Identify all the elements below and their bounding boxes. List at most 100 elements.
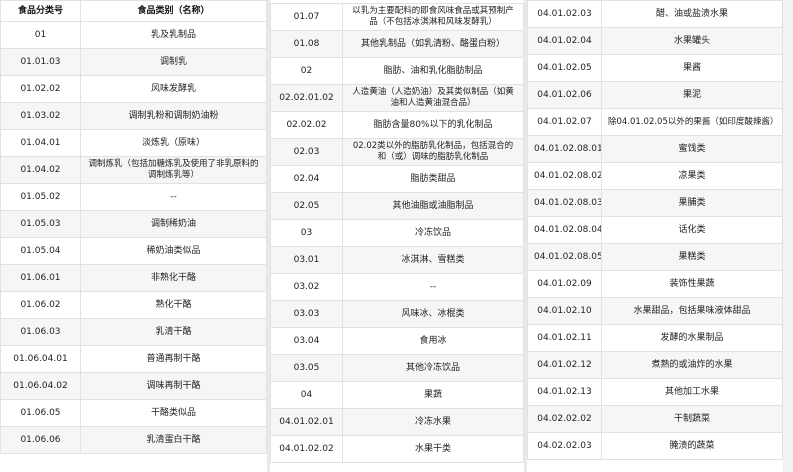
category-name-cell: 调味再制干酪 <box>80 372 267 400</box>
category-code-cell: 01.06.06 <box>0 426 81 454</box>
category-code-cell: 04.02.02.02 <box>527 405 602 433</box>
table-row: 02 脂肪、油和乳化脂肪制品 <box>270 57 524 85</box>
category-code-cell: 01.05.02 <box>0 183 81 211</box>
table-row: 04.01.02.08.02 凉果类 <box>527 162 783 190</box>
category-code-cell: 04.01.02.09 <box>527 270 602 298</box>
category-name-cell: 果酱 <box>601 54 783 82</box>
category-code-cell: 03.04 <box>270 327 343 355</box>
table-row: 03.01 冰淇淋、雪糕类 <box>270 246 524 274</box>
category-name-cell: 水果罐头 <box>601 27 783 55</box>
food-category-table-part-3: 04.01.02.03 醋、油或盐渍水果 04.01.02.04 水果罐头 04.01.… <box>527 0 783 472</box>
category-code-cell: 03 <box>270 219 343 247</box>
table-row: 02.04 脂肪类甜品 <box>270 165 524 193</box>
table-row: 04.01.02.08.05 果糕类 <box>527 243 783 271</box>
category-code-cell: 02.05 <box>270 192 343 220</box>
category-code-cell: 04.01.02.08.04 <box>527 216 602 244</box>
category-name-cell: 以乳为主要配料的即食风味食品或其预制产品（不包括冰淇淋和风味发酵乳） <box>342 3 524 31</box>
food-category-table: 04.01.02.03 醋、油或盐渍水果 04.01.02.04 水果罐头 04.01.… <box>527 0 783 460</box>
table-row: 03.03 风味冰、冰棍类 <box>270 300 524 328</box>
table-row: 03.05 其他冷冻饮品 <box>270 354 524 382</box>
category-name-cell: 果蔬 <box>342 381 524 409</box>
table-row: 04.01.02.11 发酵的水果制品 <box>527 324 783 352</box>
category-name-cell: 调制稀奶油 <box>80 210 267 238</box>
category-name-cell: 调制炼乳（包括加糖炼乳及使用了非乳原料的调制炼乳等） <box>80 156 267 184</box>
category-name-cell: 蜜饯类 <box>601 135 783 163</box>
category-name-cell: 冷冻饮品 <box>342 219 524 247</box>
category-name-cell: 非熟化干酪 <box>80 264 267 292</box>
table-row: 04.01.02.07 除04.01.02.05以外的果酱（如印度酸辣酱） <box>527 108 783 136</box>
table-row: 04 果蔬 <box>270 381 524 409</box>
table-row: 01.06.01 非熟化干酪 <box>0 264 267 292</box>
table-body: 01 乳及乳制品 01.01.03 调制乳 01.02.02 风味发酵乳 01.03.02 调… <box>0 21 267 454</box>
category-code-cell: 02.02.02 <box>270 111 343 139</box>
table-row: 04.01.02.02 水果干类 <box>270 435 524 463</box>
category-code-cell: 01.06.01 <box>0 264 81 292</box>
table-row: 03.04 食用冰 <box>270 327 524 355</box>
category-code-cell: 04.01.02.07 <box>527 108 602 136</box>
category-code-cell: 01 <box>0 21 81 49</box>
category-code-cell: 01.02.02 <box>0 75 81 103</box>
category-name-cell: 发酵的水果制品 <box>601 324 783 352</box>
table-row: 01.06.04.02 调味再制干酪 <box>0 372 267 400</box>
category-code-cell: 04.01.02.08.01 <box>527 135 602 163</box>
category-code-cell: 02.04 <box>270 165 343 193</box>
category-name-cell: 02.02类以外的脂肪乳化制品，包括混合的和（或）调味的脂肪乳化制品 <box>342 138 524 166</box>
table-header-row: 食品分类号 食品类别（名称） <box>0 0 267 22</box>
category-name-cell: -- <box>342 273 524 301</box>
category-name-cell: 水果干类 <box>342 435 524 463</box>
category-name-cell: 调制乳 <box>80 48 267 76</box>
table-row: 01.01.03 调制乳 <box>0 48 267 76</box>
category-code-cell: 03.03 <box>270 300 343 328</box>
table-row: 04.02.02.02 干制蔬菜 <box>527 405 783 433</box>
category-code-cell: 04.01.02.12 <box>527 351 602 379</box>
table-row: 01.06.03 乳清干酪 <box>0 318 267 346</box>
category-code-cell: 04.01.02.06 <box>527 81 602 109</box>
category-code-cell: 01.03.02 <box>0 102 81 130</box>
category-code-cell: 01.06.03 <box>0 318 81 346</box>
table-row: 02.02.02 脂肪含量80%以下的乳化制品 <box>270 111 524 139</box>
category-name-cell: 风味发酵乳 <box>80 75 267 103</box>
category-name-cell: 果泥 <box>601 81 783 109</box>
table-row: 01.08 其他乳制品（如乳清粉、酪蛋白粉） <box>270 30 524 58</box>
category-name-cell: 熟化干酪 <box>80 291 267 319</box>
table-row: 04.01.02.08.03 果脯类 <box>527 189 783 217</box>
category-code-cell: 04.02.02.03 <box>527 432 602 460</box>
category-code-cell: 04.01.02.03 <box>527 0 602 28</box>
category-name-cell: 脂肪含量80%以下的乳化制品 <box>342 111 524 139</box>
category-code-cell: 04.01.02.04 <box>527 27 602 55</box>
category-name-cell: 果糕类 <box>601 243 783 271</box>
category-code-cell: 01.01.03 <box>0 48 81 76</box>
table-body: 01.07 以乳为主要配料的即食风味食品或其预制产品（不包括冰淇淋和风味发酵乳） 0… <box>270 3 524 463</box>
category-code-cell: 01.05.04 <box>0 237 81 265</box>
table-row: 04.01.02.12 煮熟的或油炸的水果 <box>527 351 783 379</box>
table-row: 04.01.02.08.01 蜜饯类 <box>527 135 783 163</box>
table-row: 04.01.02.08.04 话化类 <box>527 216 783 244</box>
table-row: 01.06.05 干酪类似品 <box>0 399 267 427</box>
category-code-cell: 04.01.02.13 <box>527 378 602 406</box>
column-header-name: 食品类别（名称） <box>80 0 267 22</box>
category-name-cell: 冰淇淋、雪糕类 <box>342 246 524 274</box>
category-code-cell: 01.06.05 <box>0 399 81 427</box>
category-name-cell: 稀奶油类似品 <box>80 237 267 265</box>
category-name-cell: 其他冷冻饮品 <box>342 354 524 382</box>
category-code-cell: 02.03 <box>270 138 343 166</box>
table-row: 04.01.02.10 水果甜品，包括果味液体甜品 <box>527 297 783 325</box>
table-row: 01.03.02 调制乳粉和调制奶油粉 <box>0 102 267 130</box>
category-name-cell: 其他乳制品（如乳清粉、酪蛋白粉） <box>342 30 524 58</box>
table-row: 04.01.02.05 果酱 <box>527 54 783 82</box>
table-row: 04.01.02.01 冷冻水果 <box>270 408 524 436</box>
category-name-cell: 脂肪类甜品 <box>342 165 524 193</box>
table-row: 04.01.02.06 果泥 <box>527 81 783 109</box>
category-code-cell: 02.02.01.02 <box>270 84 343 112</box>
table-row: 01.05.02 -- <box>0 183 267 211</box>
table-row: 01.06.02 熟化干酪 <box>0 291 267 319</box>
category-name-cell: 干制蔬菜 <box>601 405 783 433</box>
category-name-cell: 调制乳粉和调制奶油粉 <box>80 102 267 130</box>
category-name-cell: 其他加工水果 <box>601 378 783 406</box>
category-name-cell: 醋、油或盐渍水果 <box>601 0 783 28</box>
column-header-code: 食品分类号 <box>0 0 81 22</box>
category-code-cell: 02 <box>270 57 343 85</box>
window-edge <box>783 0 793 472</box>
table-row: 02.03 02.02类以外的脂肪乳化制品，包括混合的和（或）调味的脂肪乳化制品 <box>270 138 524 166</box>
category-name-cell: 水果甜品，包括果味液体甜品 <box>601 297 783 325</box>
